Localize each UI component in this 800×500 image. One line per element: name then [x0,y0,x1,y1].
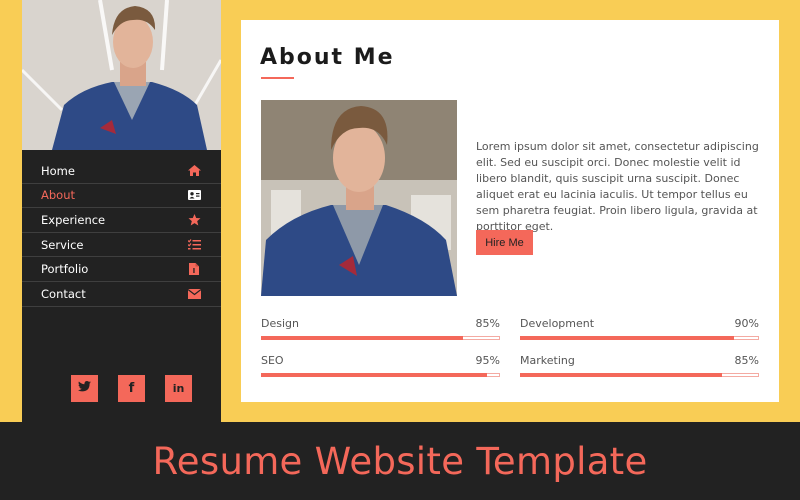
skill-name: Design [261,317,299,330]
bottom-banner: Resume Website Template [0,422,800,500]
skills-grid: Design 85% Development 90% SEO 95% Marke… [261,317,759,377]
skill-progress-bar [261,336,500,340]
id-card-icon [187,189,201,201]
skill-progress-bar [520,373,759,377]
skill-progress-fill [261,373,488,377]
skill-percent: 85% [475,317,500,330]
page-title: About Me [260,45,395,70]
skill-progress-bar [261,373,500,377]
about-card: About Me Lorem ipsum dolor sit amet, con… [241,20,779,402]
sidebar-nav: Home About Experience Service Portfolio [22,159,221,307]
hire-me-button[interactable]: Hire Me [476,230,533,255]
home-icon [187,165,201,177]
skill-name: Marketing [520,354,575,367]
skill-percent: 90% [734,317,759,330]
skill-name: Development [520,317,595,330]
sidebar-item-label: Portfolio [41,262,89,277]
star-icon [187,213,201,226]
banner-title: Resume Website Template [152,439,648,483]
sidebar-item-service[interactable]: Service [22,233,221,258]
about-photo-illustration [261,100,457,296]
skill-development: Development 90% [520,317,759,340]
skill-progress-fill [520,336,735,340]
linkedin-icon: in [172,382,185,395]
checklist-icon [187,239,201,251]
facebook-button[interactable]: f [118,375,145,402]
profile-photo-illustration [22,0,221,150]
profile-photo [22,0,221,150]
skill-seo: SEO 95% [261,354,500,377]
sidebar-item-home[interactable]: Home [22,159,221,184]
file-icon [187,263,201,276]
skill-progress-fill [520,373,723,377]
sidebar-item-contact[interactable]: Contact [22,282,221,307]
facebook-icon: f [128,381,135,396]
sidebar-item-label: Contact [41,286,86,301]
linkedin-button[interactable]: in [165,375,192,402]
sidebar-item-about[interactable]: About [22,184,221,209]
sidebar-item-label: Home [41,163,75,178]
sidebar-item-label: About [41,188,76,203]
skill-progress-fill [261,336,464,340]
skill-name: SEO [261,354,284,367]
skill-percent: 85% [734,354,759,367]
about-photo [261,100,457,296]
sidebar-item-experience[interactable]: Experience [22,208,221,233]
sidebar-item-label: Service [41,237,84,252]
skill-design: Design 85% [261,317,500,340]
title-underline [261,77,294,79]
envelope-icon [187,288,201,300]
twitter-icon [78,381,91,396]
social-links: f in [71,375,192,402]
skill-marketing: Marketing 85% [520,354,759,377]
sidebar-item-label: Experience [41,212,106,227]
twitter-button[interactable] [71,375,98,402]
about-paragraph: Lorem ipsum dolor sit amet, consectetur … [476,140,759,233]
skill-percent: 95% [475,354,500,367]
sidebar-item-portfolio[interactable]: Portfolio [22,257,221,282]
skill-progress-bar [520,336,759,340]
sidebar: Home About Experience Service Portfolio [22,0,221,422]
